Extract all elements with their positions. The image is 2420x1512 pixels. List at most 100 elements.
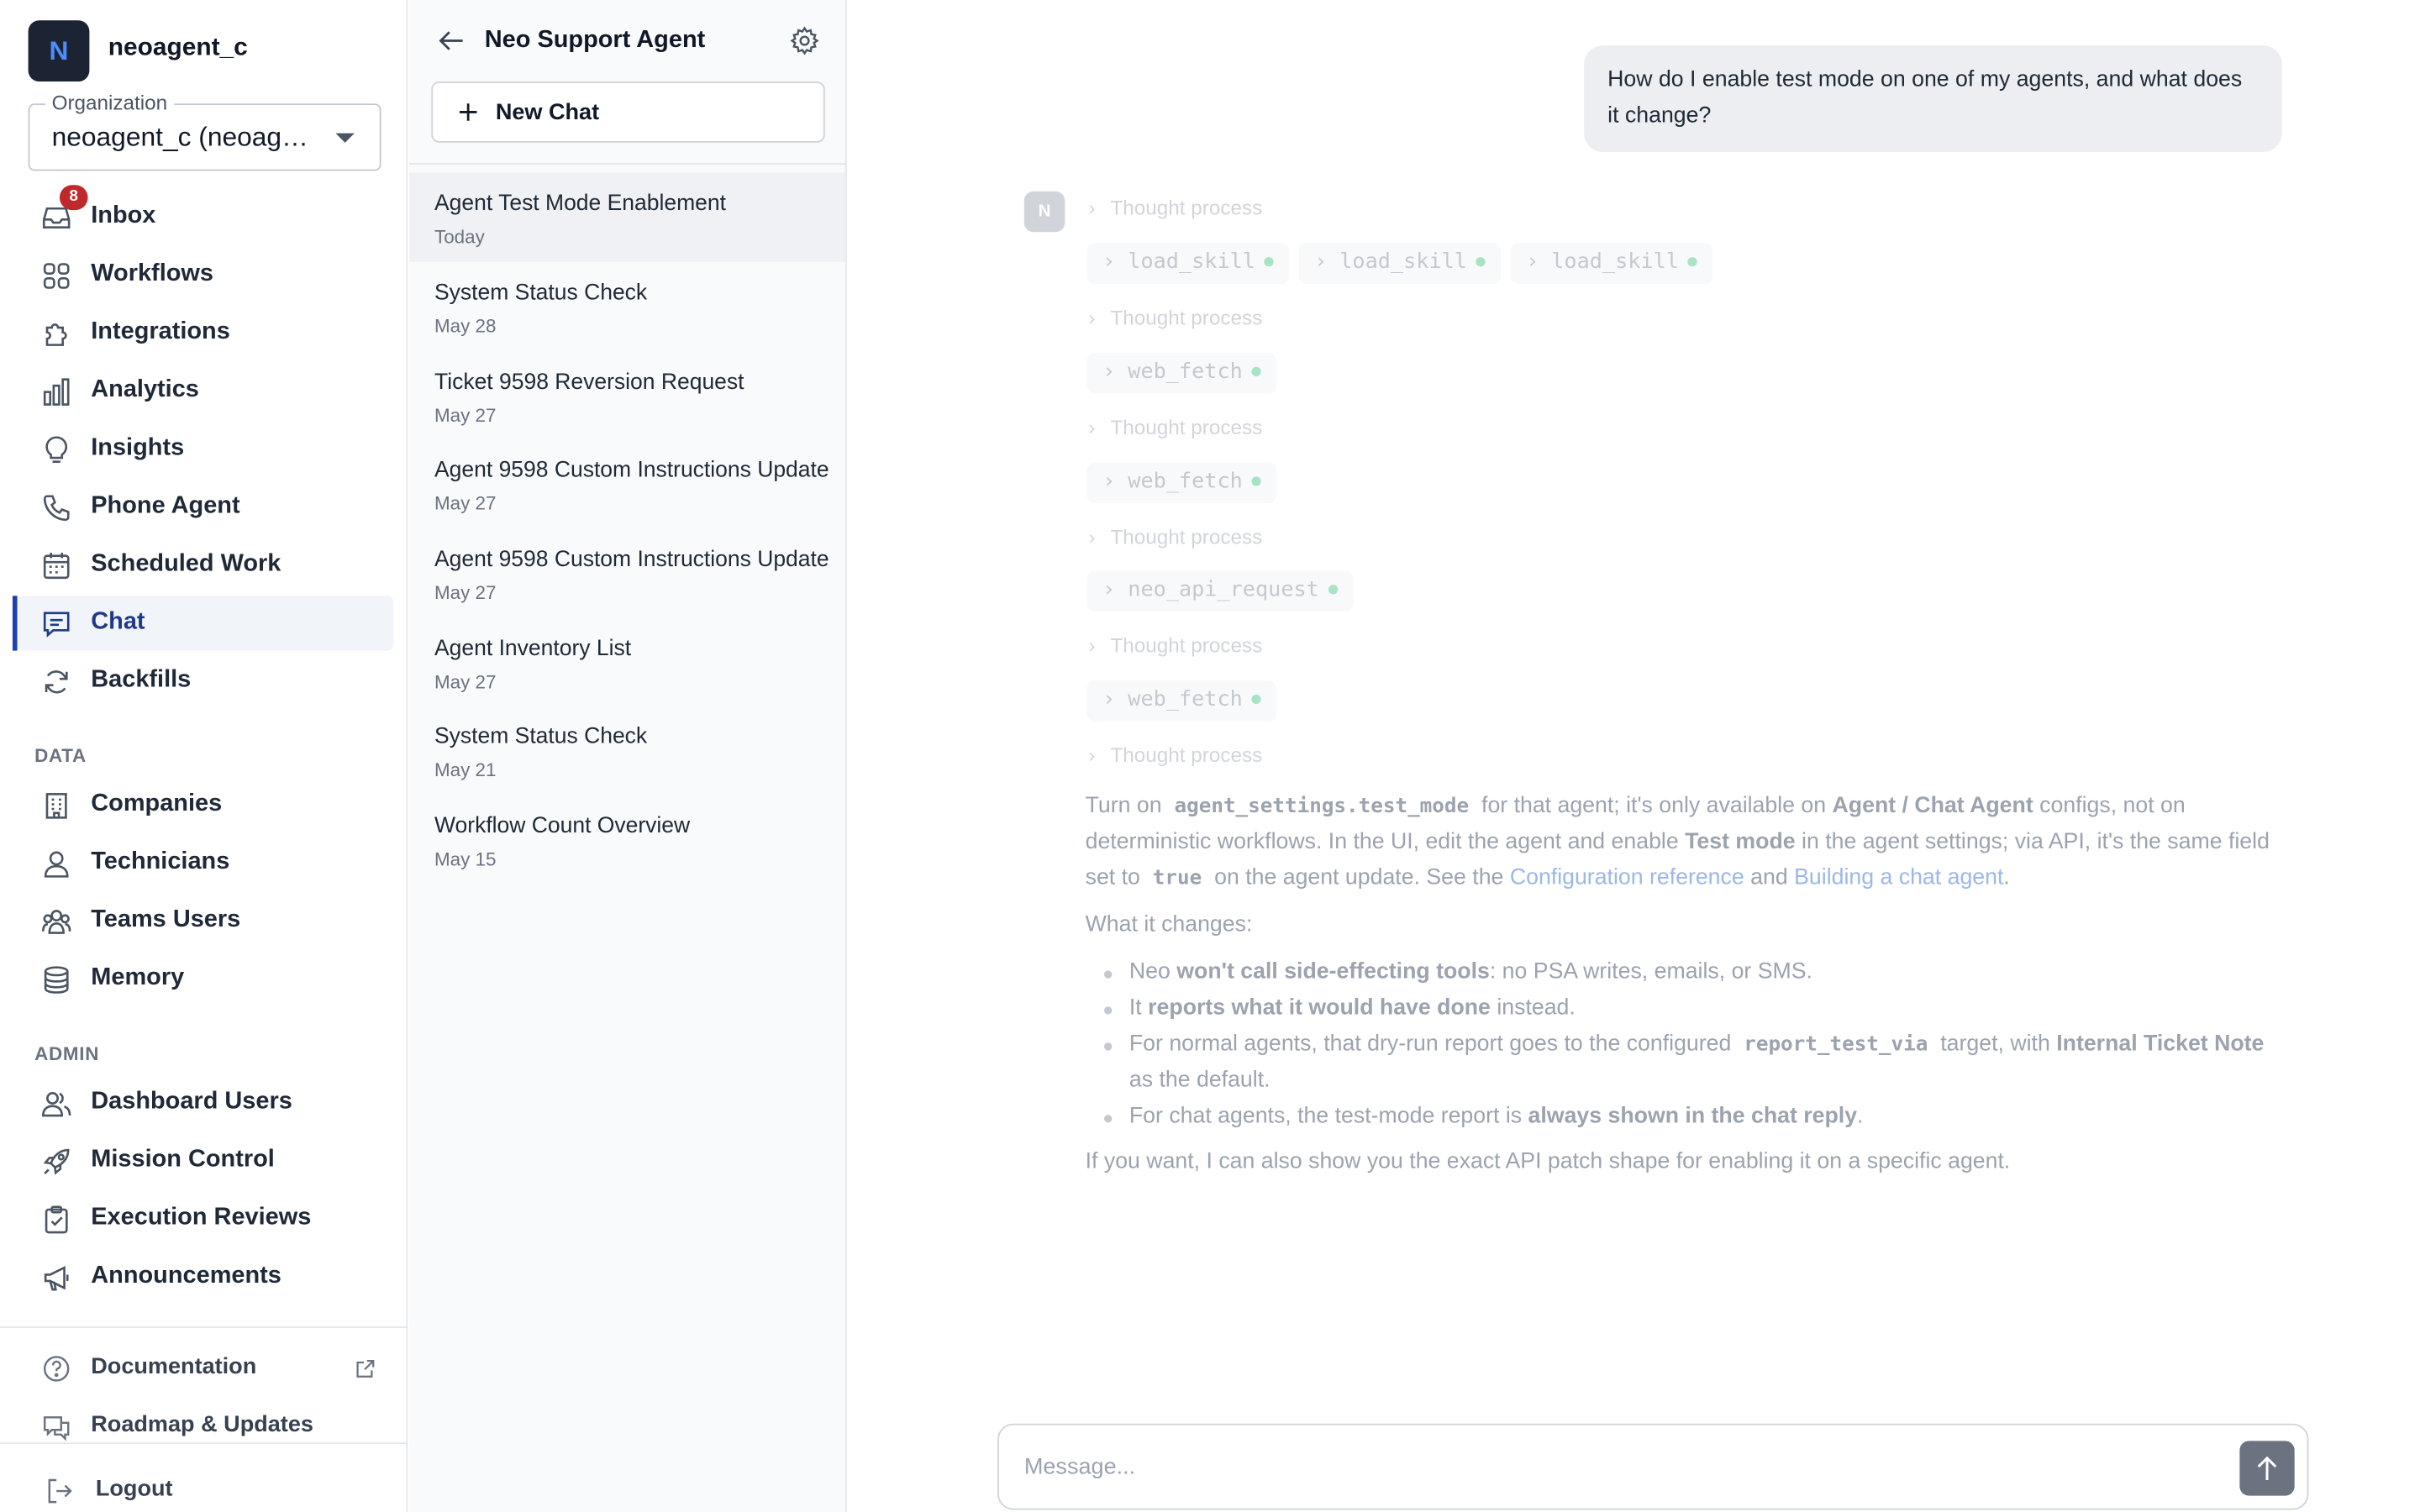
conversation-title: Agent Inventory List [434,636,632,662]
sidebar-item-label: Technicians [91,848,230,875]
tool-call-chip[interactable]: › load_skill [1298,243,1502,284]
conversation-title: Agent 9598 Custom Instructions Update [434,547,829,573]
sidebar-item-technicians[interactable]: Technicians [16,836,394,890]
arrow-up-icon [2257,1456,2277,1480]
rocket-icon [43,1148,70,1175]
conversation-date: May 27 [434,404,497,427]
puzzle-icon [45,323,67,346]
chevron-right-icon: › [1088,633,1096,658]
sidebar-item-phone-agent[interactable]: Phone Agent [16,480,394,534]
conversation-item[interactable]: Ticket 9598 Reversion Request May 27 [409,351,845,440]
conversation-item[interactable]: Agent Inventory List May 27 [409,617,845,706]
sidebar-item-companies[interactable]: Companies [16,778,394,832]
sidebar-item-execution-reviews[interactable]: Execution Reviews [16,1192,394,1247]
thought-process-label: Thought process [1110,305,1263,329]
conversation-item[interactable]: Agent 9598 Custom Instructions Update Ma… [409,439,845,528]
conversation-header: Neo Support Agent [409,0,847,81]
chevron-right-icon: › [1102,469,1116,494]
building-chat-agent-link[interactable]: Building a chat agent [1794,865,2003,890]
conversation-divider [409,163,847,165]
external-link-icon [356,1360,375,1378]
sidebar-item-memory[interactable]: Memory [16,952,394,1006]
sidebar-item-mission-control[interactable]: Mission Control [16,1133,394,1188]
sidebar-divider [0,1442,408,1445]
sidebar-item-dashboard-users[interactable]: Dashboard Users [16,1075,394,1130]
thought-process-toggle[interactable]: › Thought process [1088,743,1262,767]
thought-process-toggle[interactable]: › Thought process [1088,416,1262,439]
sidebar-item-chat[interactable]: Chat [12,596,394,651]
conversation-date: May 28 [434,315,497,338]
bar-chart-icon [43,378,70,406]
sidebar-item-label: Integrations [91,318,230,345]
message-input[interactable] [1023,1446,2217,1488]
sidebar-item-teams-users[interactable]: Teams Users [16,894,394,948]
sidebar-item-label: Announcements [91,1262,281,1289]
inbox-badge: 8 [59,185,88,211]
tool-call-chip[interactable]: › web_fetch [1086,462,1277,504]
sidebar-item-inbox[interactable]: 8 Inbox [16,185,394,244]
status-dot [1328,585,1339,595]
new-chat-button[interactable]: New Chat [431,81,825,143]
thought-process-toggle[interactable]: › Thought process [1088,525,1262,549]
users-icon [42,1092,71,1117]
organization-select[interactable]: Organization neoagent_c (neoagent_c) [28,91,381,171]
conversation-date: May 15 [434,848,497,870]
sidebar-item-label: Chat [91,608,145,635]
thought-process-toggle[interactable]: › Thought process [1088,306,1262,329]
conversation-item[interactable]: Agent Test Mode Enablement Today [409,172,846,262]
gear-icon[interactable] [789,25,820,56]
assistant-avatar: N [1023,191,1065,233]
answer-bold: Agent / Chat Agent [1832,793,2033,819]
sidebar-item-analytics[interactable]: Analytics [16,364,394,418]
configuration-reference-link[interactable]: Configuration reference [1510,865,1744,890]
chat-main: How do I enable test mode on one of my a… [846,0,2420,1512]
sidebar-item-scheduled-work[interactable]: Scheduled Work [16,538,394,592]
section-title-admin: ADMIN [34,1042,100,1065]
tool-call-chip[interactable]: › load_skill [1510,243,1714,284]
sidebar-item-label: Scheduled Work [91,550,281,577]
sidebar-item-announcements[interactable]: Announcements [16,1250,394,1305]
grid-icon [43,263,70,289]
answer-bold: always shown in the chat reply [1528,1104,1858,1129]
chevron-right-icon: › [1102,359,1116,385]
agent-title: Neo Support Agent [484,26,706,54]
sidebar-item-insights[interactable]: Insights [16,422,394,476]
sidebar-item-label: Teams Users [91,906,241,933]
back-arrow-icon[interactable] [436,25,467,56]
tool-call-chip[interactable]: › web_fetch [1086,352,1277,394]
sidebar-item-workflows[interactable]: Workflows [16,248,394,302]
organization-value: neoagent_c (neoagent_c) [51,122,318,153]
conversation-item[interactable]: System Status Check May 21 [409,706,845,795]
thought-process-toggle[interactable]: › Thought process [1088,633,1262,657]
tool-call-name: neo_api_request [1128,576,1319,602]
chevron-down-icon [335,133,355,143]
sidebar-item-documentation[interactable]: Documentation [16,1345,394,1392]
conversation-date: May 27 [434,492,497,515]
answer-list: Neo won't call side-effecting tools: no … [1086,955,2293,1136]
conversation-date: May 21 [434,759,497,781]
tool-call-chip[interactable]: › load_skill [1086,243,1291,284]
conversation-item[interactable]: Agent 9598 Custom Instructions Update Ma… [409,528,845,617]
conversation-item[interactable]: Workflow Count Overview May 15 [409,795,845,884]
sidebar-item-integrations[interactable]: Integrations [16,306,394,360]
sidebar-item-backfills[interactable]: Backfills [16,654,394,708]
conversation-date: May 27 [434,581,497,604]
user-icon [44,851,69,878]
brand-logo[interactable]: N [28,20,90,82]
tool-call-chip[interactable]: › web_fetch [1086,680,1277,722]
database-icon [44,966,69,994]
conversation-item[interactable]: System Status Check May 28 [409,262,845,351]
brand-name: neoagent_c [108,34,248,61]
building-icon [45,793,67,819]
thought-process-toggle[interactable]: › Thought process [1088,196,1262,219]
sidebar: N neoagent_c Organization neoagent_c (ne… [0,0,408,1512]
status-dot [1252,694,1262,705]
answer-text: on the agent update. See the [1214,865,1504,891]
logout-icon [48,1478,72,1504]
chevron-right-icon: › [1102,576,1116,602]
sidebar-item-label: Backfills [91,666,192,693]
chevron-right-icon: › [1314,249,1328,275]
send-button[interactable] [2239,1441,2295,1496]
logout-button[interactable]: Logout [16,1467,394,1512]
tool-call-chip[interactable]: › neo_api_request [1086,570,1354,612]
